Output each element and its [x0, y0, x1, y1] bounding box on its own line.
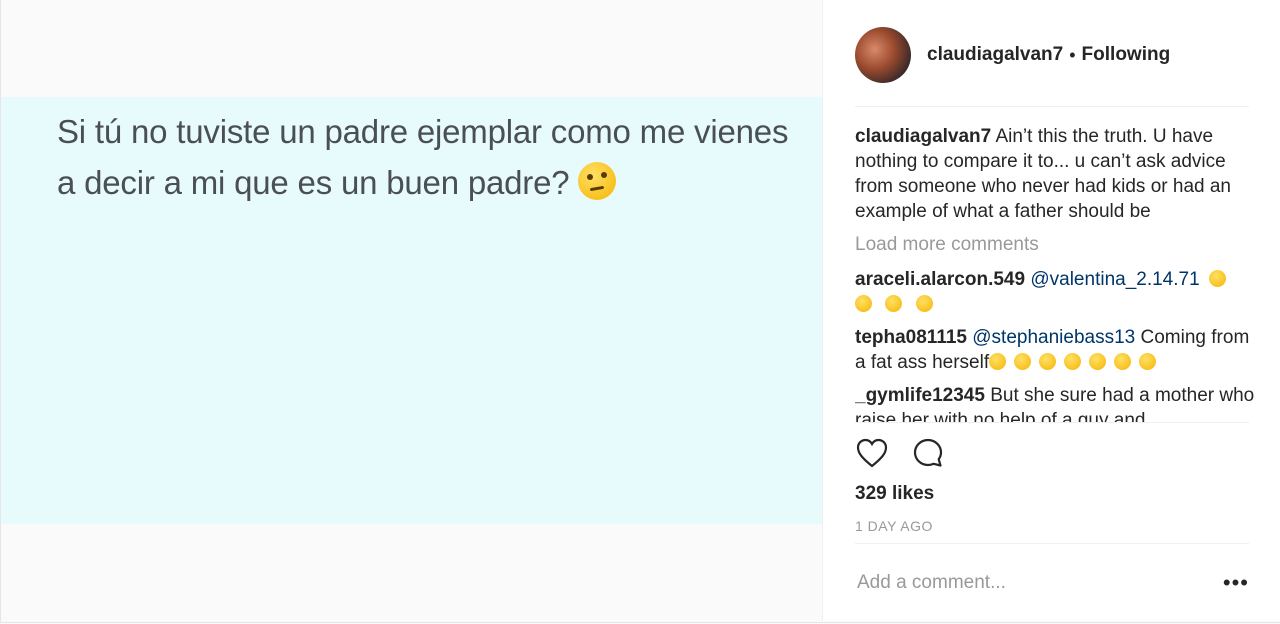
- likes-count[interactable]: 329 likes: [855, 483, 934, 505]
- post-header: claudiagalvan7 • Following: [855, 26, 1170, 84]
- avatar[interactable]: [855, 27, 911, 83]
- ellipsis-icon[interactable]: •••: [1223, 570, 1249, 596]
- like-button[interactable]: [855, 436, 889, 470]
- thinking-face-emoji-icon: [578, 162, 617, 200]
- caption-username[interactable]: claudiagalvan7: [855, 126, 991, 147]
- rofl-emoji-icon: [1139, 353, 1157, 370]
- comments-list[interactable]: claudiagalvan7 Ain’t this the truth. U h…: [855, 124, 1255, 422]
- comment-item: tepha081115 @stephaniebass13 Coming from…: [855, 325, 1255, 375]
- tears-of-joy-emoji-icon: [1039, 353, 1057, 370]
- rofl-emoji-icon: [1089, 353, 1107, 370]
- footer-divider: [855, 543, 1249, 544]
- action-bar: [855, 436, 945, 470]
- comment-username[interactable]: araceli.alarcon.549: [855, 269, 1025, 290]
- comment-bubble-icon: [913, 438, 943, 467]
- post-media[interactable]: Si tú no tuviste un padre ejemplar como …: [1, 0, 822, 621]
- squinting-tongue-emoji-icon: [885, 295, 903, 312]
- comment-username[interactable]: tepha081115: [855, 327, 967, 348]
- comment-mention[interactable]: @stephaniebass13: [972, 327, 1135, 348]
- comment-item: _gymlife12345 But she sure had a mother …: [855, 383, 1255, 422]
- comment-username[interactable]: _gymlife12345: [855, 385, 985, 406]
- tears-of-joy-emoji-icon: [1014, 353, 1032, 370]
- following-button[interactable]: Following: [1082, 44, 1171, 66]
- comments-divider: [855, 422, 1249, 423]
- rofl-emoji-icon: [1064, 353, 1082, 370]
- squinting-tongue-emoji-icon: [1208, 270, 1226, 287]
- rofl-emoji-icon: [1114, 353, 1132, 370]
- comment-button[interactable]: [911, 436, 945, 470]
- load-more-comments-link[interactable]: Load more comments: [855, 232, 1255, 257]
- post-timestamp[interactable]: 1 DAY AGO: [855, 518, 933, 534]
- media-text: Si tú no tuviste un padre ejemplar como …: [57, 106, 797, 208]
- heart-icon: [856, 438, 888, 468]
- add-comment-row: •••: [855, 566, 1249, 600]
- post-sidebar: claudiagalvan7 • Following claudiagalvan…: [822, 0, 1280, 621]
- separator-dot: •: [1069, 44, 1076, 65]
- squinting-tongue-emoji-icon: [915, 295, 933, 312]
- header-divider: [855, 106, 1249, 107]
- comment-item: araceli.alarcon.549 @valentina_2.14.71: [855, 267, 1255, 317]
- tears-of-joy-emoji-icon: [989, 353, 1007, 370]
- post-frame: Si tú no tuviste un padre ejemplar como …: [0, 0, 1280, 623]
- header-username[interactable]: claudiagalvan7: [927, 44, 1063, 66]
- squinting-tongue-emoji-icon: [855, 295, 872, 312]
- add-comment-input[interactable]: [855, 571, 1199, 595]
- media-quote: Si tú no tuviste un padre ejemplar como …: [57, 113, 789, 201]
- caption: claudiagalvan7 Ain’t this the truth. U h…: [855, 124, 1255, 224]
- comment-mention[interactable]: @valentina_2.14.71: [1030, 269, 1199, 290]
